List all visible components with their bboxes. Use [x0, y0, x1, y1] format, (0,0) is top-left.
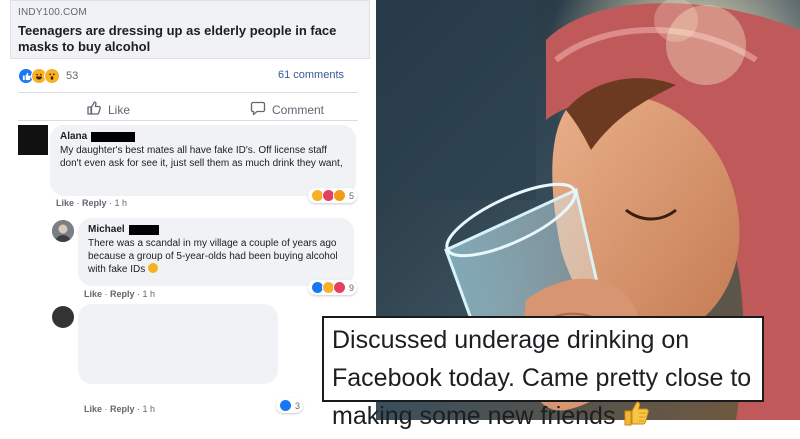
link-headline[interactable]: Teenagers are dressing up as elderly peo…	[18, 23, 363, 55]
avatar[interactable]	[52, 306, 74, 328]
link-domain: INDY100.COM	[18, 7, 87, 18]
like-reaction-icon	[279, 399, 292, 412]
facebook-screenshot: INDY100.COM Teenagers are dressing up as…	[0, 0, 374, 420]
comment-reaction-count: 9	[349, 282, 355, 293]
avatar[interactable]	[52, 220, 74, 242]
comment-like-link[interactable]: Like	[84, 404, 102, 414]
comment-reply-link[interactable]: Reply	[110, 404, 135, 414]
thumbs-up-emoji-icon	[621, 398, 651, 428]
post-reactions[interactable]: 53	[18, 68, 78, 84]
wow-reaction-icon	[44, 68, 60, 84]
comment-button-label: Comment	[272, 102, 325, 117]
divider	[18, 120, 358, 121]
like-button[interactable]: Like	[86, 100, 130, 119]
comment-reactions[interactable]: 9	[308, 280, 358, 295]
comment-author-name[interactable]: Michael	[88, 224, 125, 235]
comment-meta: Like · Reply · 1 h	[84, 289, 156, 299]
comment-text-body: There was a scandal in my village a coup…	[88, 238, 338, 275]
comment-bubble: Michael There was a scandal in my villag…	[78, 218, 354, 286]
comment-time: 1 h	[114, 198, 128, 208]
thumbs-up-icon	[86, 100, 102, 119]
comment-text: My daughter's best mates all have fake I…	[60, 145, 343, 169]
comment-reply-link[interactable]: Reply	[82, 198, 107, 208]
divider	[18, 92, 358, 93]
meme-caption: Discussed underage drinking on Facebook …	[322, 316, 764, 430]
comment-time: 1 h	[142, 404, 156, 414]
comment-bubble	[78, 304, 278, 384]
link-preview-card[interactable]: INDY100.COM Teenagers are dressing up as…	[10, 0, 370, 59]
comment-reaction-count: 5	[349, 190, 355, 201]
comment-text: There was a scandal in my village a coup…	[88, 237, 344, 276]
comment-reactions[interactable]: 5	[308, 188, 358, 203]
redaction-bar	[91, 131, 136, 142]
comment-button[interactable]: Comment	[250, 100, 324, 119]
comment-reaction-count: 3	[295, 400, 301, 411]
comment-meta: Like · Reply · 1 h	[56, 198, 128, 208]
comment-author: Michael	[88, 224, 344, 235]
angry-reaction-icon	[333, 281, 346, 294]
avatar-redacted[interactable]	[18, 125, 48, 155]
comment-like-link[interactable]: Like	[84, 289, 102, 299]
comments-count-link[interactable]: 61 comments	[278, 69, 344, 81]
comment-author-name[interactable]: Alana	[60, 131, 87, 142]
comment-bubble-icon	[250, 100, 266, 119]
comment-reactions[interactable]: 3	[276, 398, 304, 413]
reaction-count: 53	[66, 70, 79, 82]
comment-time: 1 h	[142, 289, 156, 299]
comment-reply-link[interactable]: Reply	[110, 289, 135, 299]
like-button-label: Like	[108, 102, 131, 117]
comment-meta: Like · Reply · 1 h	[84, 404, 156, 414]
wow-reaction-icon	[333, 189, 346, 202]
smile-emoji-icon	[148, 263, 159, 273]
comment-bubble: Alana My daughter's best mates all have …	[50, 125, 356, 196]
comment-like-link[interactable]: Like	[56, 198, 74, 208]
comment-author: Alana	[60, 131, 346, 142]
redaction-bar	[128, 224, 159, 235]
